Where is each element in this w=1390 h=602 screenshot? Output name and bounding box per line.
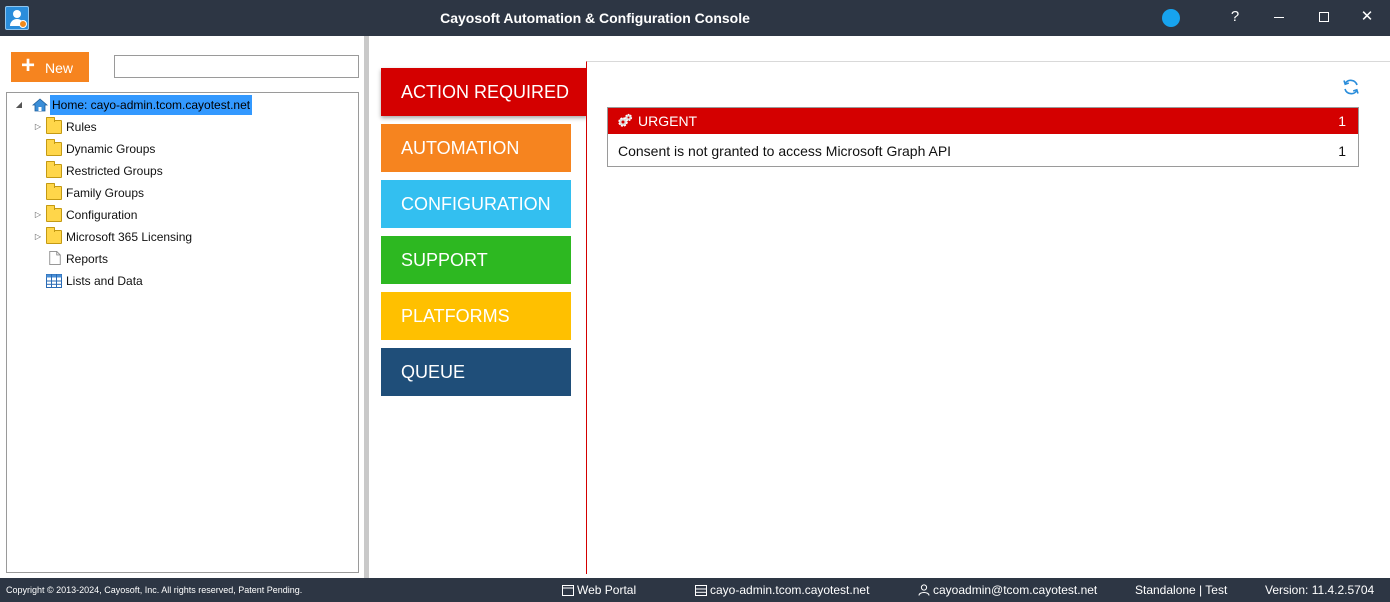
folder-icon: [46, 227, 62, 244]
help-button[interactable]: ?: [1212, 0, 1258, 36]
new-button-label: New: [45, 60, 74, 76]
plus-icon: +: [21, 52, 36, 79]
tree-item-label: Lists and Data: [66, 274, 143, 288]
maximize-icon: [1319, 12, 1329, 23]
server-info: cayo-admin.tcom.cayotest.net: [695, 578, 869, 602]
gears-icon: [618, 113, 633, 127]
urgent-row-count: 1: [1338, 143, 1346, 159]
tree-item-label: Home: cayo-admin.tcom.cayotest.net: [50, 95, 253, 115]
server-icon: [695, 585, 707, 596]
table-icon: [46, 274, 62, 288]
urgent-table: URGENT 1 Consent is not granted to acces…: [607, 107, 1359, 167]
collapse-arrow-icon[interactable]: ◢: [14, 95, 24, 115]
tree-item-label: Microsoft 365 Licensing: [66, 230, 193, 244]
new-button[interactable]: + New: [11, 52, 89, 82]
tree-item-label: Rules: [66, 120, 97, 134]
folder-gear-icon: [46, 205, 62, 222]
urgent-header-count: 1: [1338, 113, 1346, 129]
maximize-button[interactable]: [1301, 0, 1347, 36]
expand-arrow-icon[interactable]: ▷: [33, 227, 43, 247]
tree-item-label: Reports: [66, 252, 109, 266]
title-bar: Cayosoft Automation & Configuration Cons…: [0, 0, 1390, 36]
tile-configuration[interactable]: CONFIGURATION: [381, 180, 571, 228]
table-row[interactable]: Consent is not granted to access Microso…: [608, 135, 1358, 167]
urgent-message: Consent is not granted to access Microso…: [618, 143, 952, 159]
refresh-icon[interactable]: [1342, 78, 1360, 96]
window-title: Cayosoft Automation & Configuration Cons…: [440, 10, 750, 26]
close-button[interactable]: ✕: [1344, 0, 1390, 36]
user-name: cayoadmin@tcom.cayotest.net: [933, 583, 1098, 597]
urgent-header-row[interactable]: URGENT 1: [608, 108, 1358, 134]
tree-item-label: Configuration: [66, 208, 138, 222]
status-bar: Copyright © 2013-2024, Cayosoft, Inc. Al…: [0, 578, 1390, 602]
tile-platforms[interactable]: PLATFORMS: [381, 292, 571, 340]
tile-queue[interactable]: QUEUE: [381, 348, 571, 396]
status-indicator-icon[interactable]: [1162, 9, 1180, 27]
user-info: cayoadmin@tcom.cayotest.net: [918, 578, 1097, 602]
web-portal-label: Web Portal: [577, 583, 637, 597]
folder-icon: [46, 183, 62, 200]
home-icon: [32, 98, 48, 112]
tree-item-label: Dynamic Groups: [66, 142, 156, 156]
mode-label: Standalone | Test: [1135, 583, 1228, 597]
tile-support[interactable]: SUPPORT: [381, 236, 571, 284]
copyright-text: Copyright © 2013-2024, Cayosoft, Inc. Al…: [6, 585, 303, 595]
web-portal-link[interactable]: Web Portal: [562, 578, 636, 602]
panel-splitter[interactable]: [364, 36, 369, 578]
version-label: Version: 11.4.2.5704: [1265, 583, 1375, 597]
folder-icon: [46, 161, 62, 178]
minimize-button[interactable]: [1256, 0, 1302, 36]
expand-arrow-icon[interactable]: ▷: [33, 117, 43, 137]
expand-arrow-icon[interactable]: ▷: [33, 205, 43, 225]
urgent-header-label: URGENT: [638, 113, 698, 129]
tile-automation[interactable]: AUTOMATION: [381, 124, 571, 172]
minimize-icon: [1274, 16, 1284, 18]
search-input[interactable]: [114, 55, 359, 78]
navigation-tree: ◢ Home: cayo-admin.tcom.cayotest.net ▷ R…: [6, 92, 359, 573]
server-name: cayo-admin.tcom.cayotest.net: [710, 583, 870, 597]
tree-item-label: Family Groups: [66, 186, 145, 200]
tree-item-label: Restricted Groups: [66, 164, 163, 178]
folder-icon: [46, 139, 62, 156]
navigation-panel: + New ◢ Home: cayo-admin.tcom.cayotest.n…: [0, 36, 366, 578]
browser-window-icon: [562, 585, 574, 596]
user-icon: [918, 584, 930, 596]
folder-icon: [46, 117, 62, 134]
document-icon: [49, 251, 61, 265]
tile-action-required[interactable]: ACTION REQUIRED: [381, 68, 587, 116]
